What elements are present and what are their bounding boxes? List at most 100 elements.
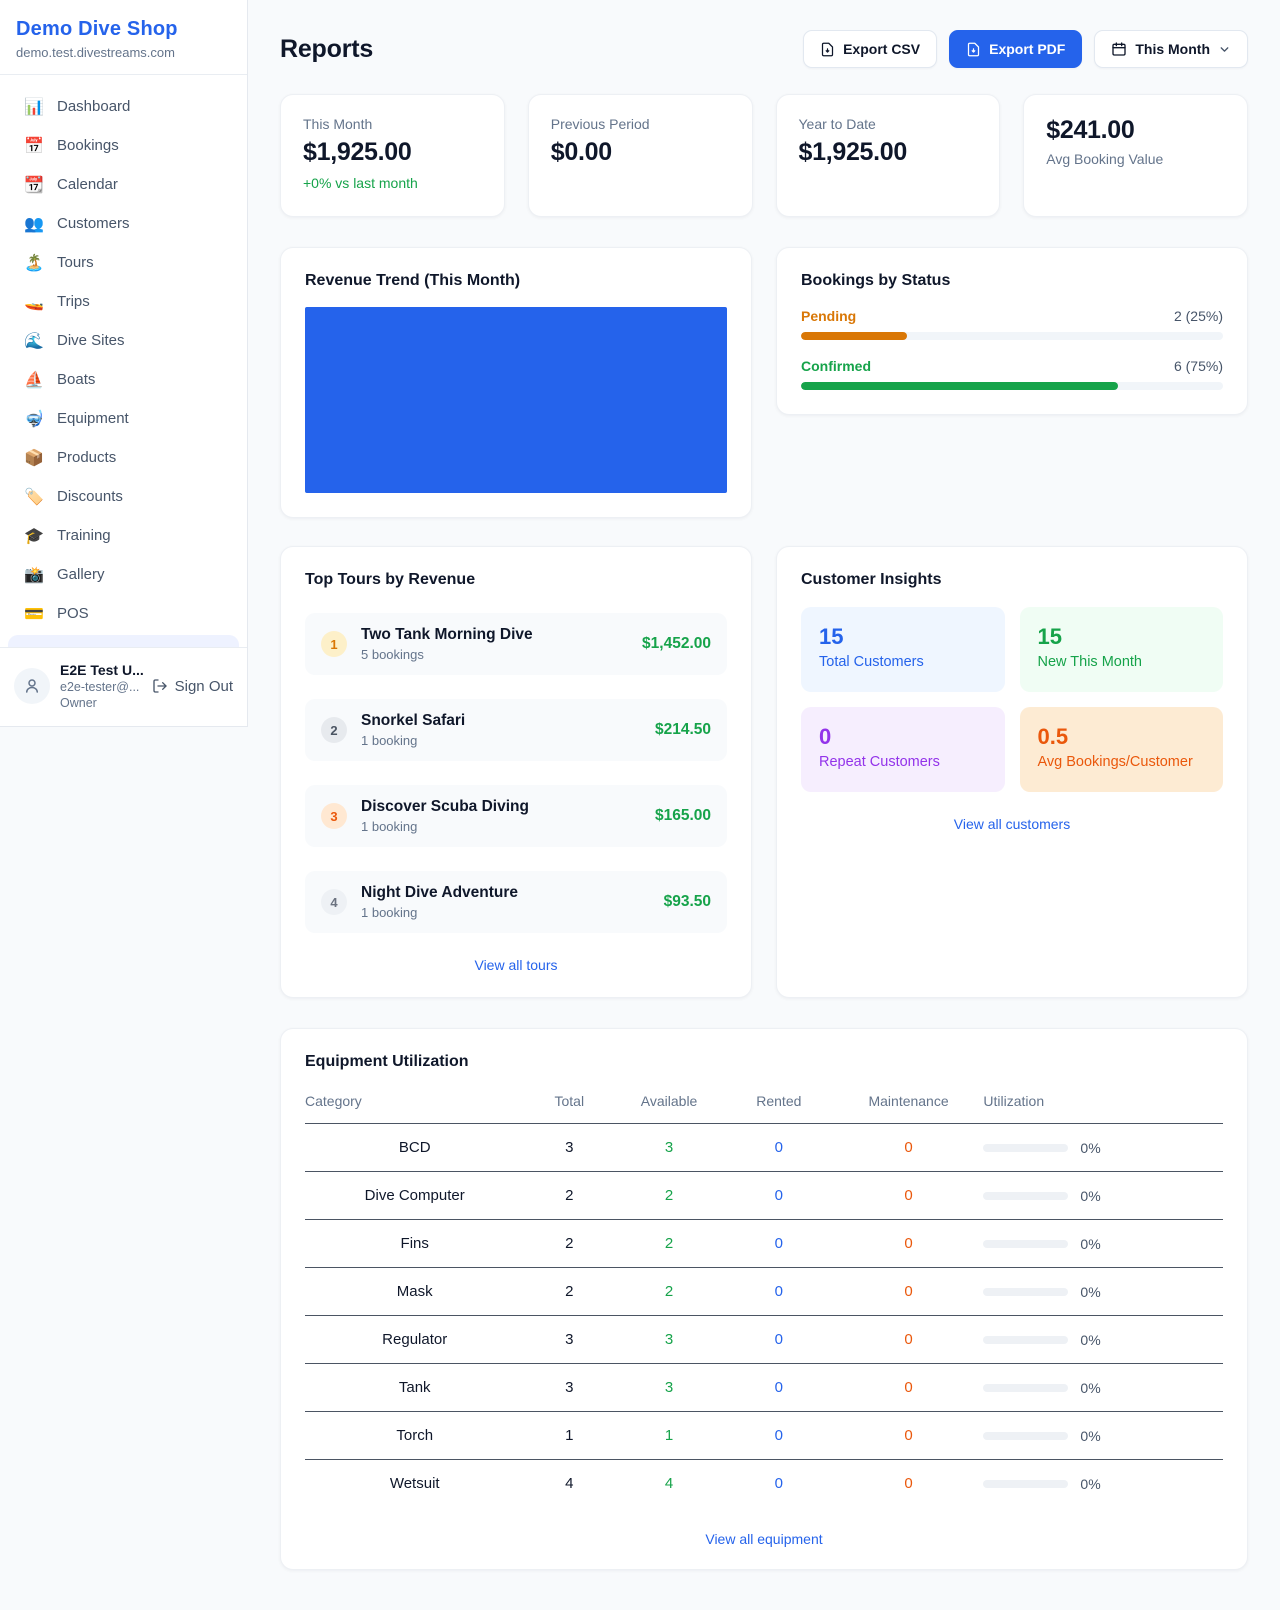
sidebar-item-pos[interactable]: 💳 POS bbox=[0, 594, 247, 633]
charts-row: Revenue Trend (This Month) Bookings by S… bbox=[280, 247, 1248, 518]
cell-available: 3 bbox=[614, 1124, 724, 1172]
sidebar-item-bookings[interactable]: 📅 Bookings bbox=[0, 126, 247, 165]
utilization-bar-track bbox=[983, 1432, 1068, 1440]
chevron-down-icon bbox=[1218, 43, 1231, 56]
cell-total: 4 bbox=[524, 1460, 614, 1508]
sidebar-item-tours[interactable]: 🏝️ Tours bbox=[0, 243, 247, 282]
top-tours-title: Top Tours by Revenue bbox=[305, 571, 727, 589]
sidebar-item-label: Bookings bbox=[57, 137, 119, 154]
tile-repeat-customers: 0 Repeat Customers bbox=[801, 707, 1005, 792]
tour-bookings: 1 booking bbox=[361, 733, 641, 748]
status-bar-fill-confirmed bbox=[801, 382, 1118, 390]
island-icon: 🏝️ bbox=[24, 255, 44, 271]
cell-category: Tank bbox=[305, 1364, 524, 1412]
export-pdf-button[interactable]: Export PDF bbox=[949, 30, 1082, 68]
bookings-calendar-icon: 📅 bbox=[24, 138, 44, 154]
sidebar: Demo Dive Shop demo.test.divestreams.com… bbox=[0, 0, 248, 727]
revenue-trend-title: Revenue Trend (This Month) bbox=[305, 272, 727, 290]
cell-utilization: 0% bbox=[983, 1412, 1223, 1460]
cell-category: Mask bbox=[305, 1268, 524, 1316]
tile-value: 0.5 bbox=[1038, 724, 1206, 750]
sidebar-item-customers[interactable]: 👥 Customers bbox=[0, 204, 247, 243]
sidebar-item-training[interactable]: 🎓 Training bbox=[0, 516, 247, 555]
graduation-cap-icon: 🎓 bbox=[24, 528, 44, 544]
sidebar-item-equipment[interactable]: 🤿 Equipment bbox=[0, 399, 247, 438]
sidebar-item-calendar[interactable]: 📆 Calendar bbox=[0, 165, 247, 204]
stat-card-previous-period: Previous Period $0.00 bbox=[528, 94, 753, 217]
cell-utilization: 0% bbox=[983, 1172, 1223, 1220]
sidebar-item-trips[interactable]: 🚤 Trips bbox=[0, 282, 247, 321]
sidebar-item-products[interactable]: 📦 Products bbox=[0, 438, 247, 477]
period-dropdown[interactable]: This Month bbox=[1094, 30, 1248, 68]
tile-total-customers: 15 Total Customers bbox=[801, 607, 1005, 692]
status-bar-fill-pending bbox=[801, 332, 907, 340]
view-all-customers-link[interactable]: View all customers bbox=[801, 816, 1223, 832]
view-all-equipment-link[interactable]: View all equipment bbox=[305, 1531, 1223, 1547]
top-tours-panel: Top Tours by Revenue 1 Two Tank Morning … bbox=[280, 546, 752, 998]
tour-amount: $93.50 bbox=[664, 893, 711, 911]
export-csv-button[interactable]: Export CSV bbox=[803, 30, 937, 68]
header-actions: Export CSV Export PDF This Month bbox=[803, 30, 1248, 68]
tile-avg-bookings-customer: 0.5 Avg Bookings/Customer bbox=[1020, 707, 1224, 792]
sidebar-active-item-partial[interactable] bbox=[8, 635, 239, 647]
cell-maintenance: 0 bbox=[834, 1460, 984, 1508]
equipment-utilization-title: Equipment Utilization bbox=[305, 1053, 1223, 1071]
status-bar-track bbox=[801, 332, 1223, 340]
customer-insights-panel: Customer Insights 15 Total Customers 15 … bbox=[776, 546, 1248, 998]
stat-label: Year to Date bbox=[799, 116, 978, 132]
rank-badge: 2 bbox=[321, 717, 347, 743]
tour-amount: $214.50 bbox=[655, 721, 711, 739]
sidebar-item-label: Products bbox=[57, 449, 116, 466]
export-csv-label: Export CSV bbox=[843, 41, 920, 57]
cell-utilization: 0% bbox=[983, 1364, 1223, 1412]
status-bar-track bbox=[801, 382, 1223, 390]
cell-rented: 0 bbox=[724, 1412, 834, 1460]
table-row: Mask 2 2 0 0 0% bbox=[305, 1268, 1223, 1316]
tour-list-item: 1 Two Tank Morning Dive 5 bookings $1,45… bbox=[305, 613, 727, 675]
utilization-bar-track bbox=[983, 1288, 1068, 1296]
cell-total: 3 bbox=[524, 1316, 614, 1364]
tile-new-this-month: 15 New This Month bbox=[1020, 607, 1224, 692]
camera-icon: 📸 bbox=[24, 567, 44, 583]
status-label-pending: Pending bbox=[801, 308, 856, 324]
tour-name: Two Tank Morning Dive bbox=[361, 626, 628, 644]
cell-rented: 0 bbox=[724, 1460, 834, 1508]
diving-mask-icon: 🤿 bbox=[24, 411, 44, 427]
col-header-utilization: Utilization bbox=[983, 1085, 1223, 1124]
table-row: Wetsuit 4 4 0 0 0% bbox=[305, 1460, 1223, 1508]
tour-bookings: 1 booking bbox=[361, 905, 650, 920]
tour-name: Snorkel Safari bbox=[361, 712, 641, 730]
utilization-bar-track bbox=[983, 1480, 1068, 1488]
tile-label: New This Month bbox=[1038, 654, 1206, 670]
wave-icon: 🌊 bbox=[24, 333, 44, 349]
user-name: E2E Test U... bbox=[60, 662, 142, 678]
sidebar-item-label: Equipment bbox=[57, 410, 129, 427]
view-all-tours-link[interactable]: View all tours bbox=[305, 957, 727, 973]
cell-available: 3 bbox=[614, 1364, 724, 1412]
sidebar-item-discounts[interactable]: 🏷️ Discounts bbox=[0, 477, 247, 516]
status-label-confirmed: Confirmed bbox=[801, 358, 871, 374]
sidebar-item-dashboard[interactable]: 📊 Dashboard bbox=[0, 87, 247, 126]
status-count-pending: 2 (25%) bbox=[1174, 308, 1223, 324]
cell-total: 1 bbox=[524, 1412, 614, 1460]
sidebar-item-label: Discounts bbox=[57, 488, 123, 505]
utilization-bar-track bbox=[983, 1144, 1068, 1152]
sidebar-item-boats[interactable]: ⛵ Boats bbox=[0, 360, 247, 399]
cell-maintenance: 0 bbox=[834, 1316, 984, 1364]
utilization-percent: 0% bbox=[1080, 1140, 1100, 1156]
user-panel: E2E Test U... e2e-tester@... Owner Sign … bbox=[0, 647, 247, 726]
cell-maintenance: 0 bbox=[834, 1124, 984, 1172]
utilization-percent: 0% bbox=[1080, 1476, 1100, 1492]
file-download-icon bbox=[966, 42, 981, 57]
cell-utilization: 0% bbox=[983, 1124, 1223, 1172]
logout-icon bbox=[152, 678, 168, 694]
cell-total: 2 bbox=[524, 1220, 614, 1268]
sidebar-item-gallery[interactable]: 📸 Gallery bbox=[0, 555, 247, 594]
sidebar-item-label: Boats bbox=[57, 371, 95, 388]
sign-out-button[interactable]: Sign Out bbox=[152, 678, 233, 695]
sidebar-item-dive-sites[interactable]: 🌊 Dive Sites bbox=[0, 321, 247, 360]
stat-delta: +0% vs last month bbox=[303, 175, 482, 191]
sidebar-item-label: Tours bbox=[57, 254, 94, 271]
rank-badge: 1 bbox=[321, 631, 347, 657]
shop-brand: Demo Dive Shop demo.test.divestreams.com bbox=[0, 0, 247, 75]
